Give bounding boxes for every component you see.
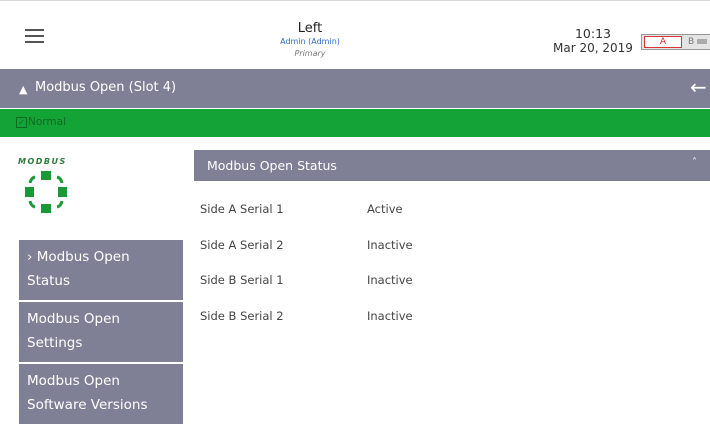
modbus-logo-icon bbox=[25, 171, 67, 213]
row-value: Active bbox=[367, 202, 403, 216]
status-row: Side B Serial 2 Inactive bbox=[200, 309, 500, 327]
row-label: Side B Serial 1 bbox=[200, 273, 284, 287]
side-b-label: B bbox=[688, 37, 695, 47]
status-row: Side A Serial 2 Inactive bbox=[200, 238, 500, 256]
date: Mar 20, 2019 bbox=[553, 41, 633, 55]
sidebar-item-label: Settings bbox=[27, 335, 83, 351]
sidebar-item-software-versions[interactable]: Modbus Open Software Versions bbox=[19, 364, 183, 424]
sidebar-item-label: Modbus Open bbox=[27, 311, 120, 327]
side-ab-toggle[interactable]: A B bbox=[641, 34, 710, 50]
sidebar-nav: › Modbus Open Status Modbus Open Setting… bbox=[19, 240, 183, 426]
status-text: Normal bbox=[28, 116, 66, 128]
status-row: Side A Serial 1 Active bbox=[200, 202, 500, 220]
sidebar-item-label: › Modbus Open bbox=[27, 249, 130, 265]
module-title-bar: ▲ Modbus Open (Slot 4) ← bbox=[0, 69, 710, 108]
modbus-logo: MODBUS bbox=[18, 157, 88, 227]
panel-name: Left bbox=[297, 21, 323, 36]
status-bar: ✓ Normal bbox=[0, 109, 710, 137]
top-bar: Left Admin (Admin) Primary 10:13 Mar 20,… bbox=[0, 0, 710, 69]
row-label: Side A Serial 2 bbox=[200, 238, 284, 252]
row-label: Side A Serial 1 bbox=[200, 202, 284, 216]
sidebar-item-label: Status bbox=[27, 273, 71, 289]
role-label: Primary bbox=[294, 49, 326, 58]
row-value: Inactive bbox=[367, 309, 413, 323]
clock: 10:13 Mar 20, 2019 bbox=[548, 26, 638, 56]
module-title: Modbus Open (Slot 4) bbox=[35, 80, 177, 95]
panel-info: Left Admin (Admin) Primary bbox=[255, 21, 365, 60]
check-icon: ✓ bbox=[16, 117, 27, 128]
row-label: Side B Serial 2 bbox=[200, 309, 284, 323]
collapse-caret-icon[interactable]: ˄ bbox=[692, 157, 697, 168]
hamburger-menu-icon[interactable] bbox=[25, 29, 44, 43]
row-value: Inactive bbox=[367, 273, 413, 287]
side-a-label: A bbox=[644, 36, 682, 48]
module-icon: ▲ bbox=[19, 83, 28, 96]
panel-title: Modbus Open Status bbox=[207, 158, 337, 173]
sidebar-item-settings[interactable]: Modbus Open Settings bbox=[19, 302, 183, 362]
toggle-handle-icon bbox=[697, 39, 707, 44]
status-panel-header[interactable]: Modbus Open Status ˄ bbox=[194, 150, 710, 181]
row-value: Inactive bbox=[367, 238, 413, 252]
logo-text: MODBUS bbox=[18, 157, 67, 166]
sidebar-item-label: Modbus Open bbox=[27, 373, 120, 389]
back-arrow-icon[interactable]: ← bbox=[690, 75, 707, 99]
status-row: Side B Serial 1 Inactive bbox=[200, 273, 500, 291]
sidebar-item-status[interactable]: › Modbus Open Status bbox=[19, 240, 183, 300]
time: 10:13 bbox=[574, 26, 612, 41]
user-link[interactable]: Admin (Admin) bbox=[255, 36, 365, 48]
sidebar-item-label: Software Versions bbox=[27, 397, 148, 413]
